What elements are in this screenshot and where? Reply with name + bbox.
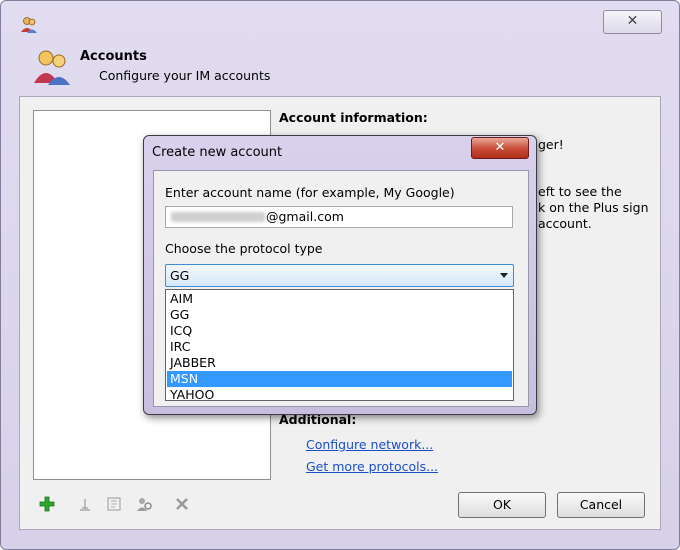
account-name-label: Enter account name (for example, My Goog… [165,185,455,200]
dialog-close-button[interactable]: ✕ [471,137,529,159]
app-users-icon [21,17,37,33]
accounts-header-icon [34,50,70,85]
protocol-type-label: Choose the protocol type [165,241,323,256]
protocol-select[interactable]: GG [165,264,514,287]
redacted-email [171,212,265,222]
configure-network-link[interactable]: Configure network... [306,437,433,452]
info-text-line: account. [538,216,592,231]
protocol-option-msn[interactable]: MSN [167,371,512,387]
protocol-option-icq[interactable]: ICQ [167,323,512,339]
add-icon[interactable] [37,494,57,514]
header-title: Accounts [80,49,147,64]
protocol-option-yahoo[interactable]: YAHOO [167,387,512,403]
account-name-value: @gmail.com [266,209,344,224]
get-more-protocols-link[interactable]: Get more protocols... [306,459,438,474]
chevron-down-icon [500,273,508,278]
account-information-title: Account information: [279,110,428,125]
account-settings-icon[interactable] [134,494,154,514]
delete-icon[interactable] [172,494,192,514]
dialog-title: Create new account [152,145,283,160]
protocol-option-aim[interactable]: AIM [167,291,512,307]
protocol-selected-value: GG [170,268,190,283]
ok-button[interactable]: OK [458,492,546,518]
window-close-button[interactable]: ✕ [603,10,662,34]
edit-icon[interactable] [104,494,124,514]
header-subtitle: Configure your IM accounts [99,68,271,83]
info-text-line: eft to see the [538,184,622,199]
rename-icon[interactable] [75,494,95,514]
protocol-option-irc[interactable]: IRC [167,339,512,355]
account-name-input[interactable]: @gmail.com [165,206,513,228]
protocol-option-jabber[interactable]: JABBER [167,355,512,371]
protocol-option-gg[interactable]: GG [167,307,512,323]
info-text-line: ger! [538,137,564,152]
info-text-line: k on the Plus sign [538,200,649,215]
protocol-dropdown-list: AIM GG ICQ IRC JABBER MSN YAHOO [165,289,514,403]
cancel-button[interactable]: Cancel [557,492,645,518]
